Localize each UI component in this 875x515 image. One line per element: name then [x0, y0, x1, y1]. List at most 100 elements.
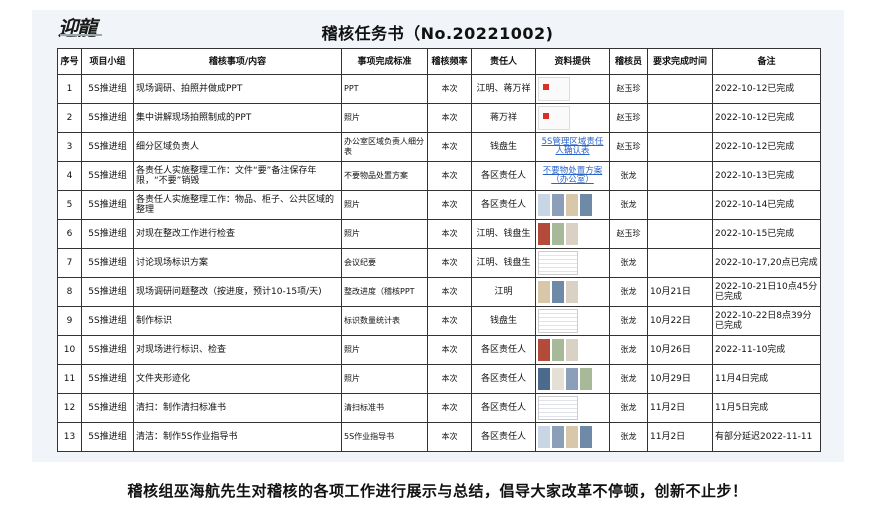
responsible-person: 江明、钱盘生	[471, 219, 536, 249]
auditor: 张龙	[609, 364, 648, 394]
photo-thumbnail-icon	[552, 368, 564, 390]
materials-provided	[535, 364, 610, 394]
auditor: 张龙	[609, 161, 648, 191]
audit-frequency: 本次	[427, 190, 472, 220]
table-row: 8 5S推进组 现场调研问题整改（按进度，预计10-15项/天) 整改进度（稽核PPT…	[57, 277, 821, 307]
due-date: 10月21日	[647, 277, 713, 307]
project-group: 5S推进组	[81, 393, 134, 423]
responsible-person: 各区责任人	[471, 190, 536, 220]
column-header: 稽核频率	[427, 48, 472, 75]
project-group: 5S推进组	[81, 335, 134, 365]
project-group: 5S推进组	[81, 248, 134, 278]
auditor: 赵玉珍	[609, 219, 648, 249]
due-date	[647, 74, 713, 104]
responsible-person: 各区责任人	[471, 335, 536, 365]
responsible-person: 江明、蒋万祥	[471, 74, 536, 104]
materials-provided[interactable]: 5S管理区域责任人确认表	[535, 132, 610, 162]
materials-provided[interactable]: 不要物处置方案（办公室）	[535, 161, 610, 191]
remarks: 2022-10-12已完成	[712, 74, 821, 104]
column-header: 项目小组	[81, 48, 134, 75]
material-link[interactable]: 不要物处置方案（办公室）	[538, 167, 607, 185]
project-group: 5S推进组	[81, 161, 134, 191]
auditor: 张龙	[609, 335, 648, 365]
due-date: 10月22日	[647, 306, 713, 336]
due-date	[647, 248, 713, 278]
responsible-person: 蒋万祥	[471, 103, 536, 133]
row-number: 6	[57, 219, 82, 249]
audit-content: 现场调研问题整改（按进度，预计10-15项/天)	[133, 277, 342, 307]
materials-provided	[535, 248, 610, 278]
table-row: 3 5S推进组 细分区域负责人 办公室区域负责人细分表 本次 钱盘生 5S管理区域责任人确认…	[57, 132, 821, 162]
photo-thumbnail-icon	[552, 339, 564, 361]
auditor: 赵玉珍	[609, 74, 648, 104]
due-date: 10月29日	[647, 364, 713, 394]
remarks: 2022-10-22日8点39分已完成	[712, 306, 821, 336]
project-group: 5S推进组	[81, 364, 134, 394]
completion-standard: 清扫标准书	[341, 393, 428, 423]
materials-provided	[535, 74, 610, 104]
row-number: 10	[57, 335, 82, 365]
photo-thumbnail-icon	[566, 281, 578, 303]
material-link[interactable]: 5S管理区域责任人确认表	[538, 138, 607, 156]
photo-thumbnail-icon	[552, 223, 564, 245]
audit-frequency: 本次	[427, 248, 472, 278]
column-header: 资料提供	[535, 48, 610, 75]
remarks: 2022-10-21日10点45分已完成	[712, 277, 821, 307]
photo-thumbnail-icon	[538, 223, 550, 245]
photo-thumbnail-icon	[538, 281, 550, 303]
due-date: 11月2日	[647, 422, 713, 452]
table-row: 7 5S推进组 讨论现场标识方案 会议纪要 本次 江明、钱盘生 张龙 2022-10-17,2…	[57, 248, 821, 278]
spreadsheet-thumbnail-icon	[538, 251, 578, 275]
audit-frequency: 本次	[427, 422, 472, 452]
photo-thumbnail-icon	[566, 223, 578, 245]
photo-thumbnail-icon	[580, 368, 592, 390]
remarks: 2022-10-12已完成	[712, 132, 821, 162]
audit-content: 对现场进行标识、检查	[133, 335, 342, 365]
photo-thumbnail-icon	[538, 194, 550, 216]
audit-frequency: 本次	[427, 161, 472, 191]
photo-thumbnail-icon	[566, 194, 578, 216]
audit-frequency: 本次	[427, 335, 472, 365]
table-row: 13 5S推进组 清洁：制作5S作业指导书 5S作业指导书 本次 各区责任人 张龙 11月2日…	[57, 422, 821, 452]
due-date	[647, 161, 713, 191]
row-number: 12	[57, 393, 82, 423]
completion-standard: 不要物品处置方案	[341, 161, 428, 191]
completion-standard: 整改进度（稽核PPT	[341, 277, 428, 307]
auditor: 张龙	[609, 190, 648, 220]
remarks: 2022-10-14已完成	[712, 190, 821, 220]
audit-content: 各责任人实施整理工作：文件“要”备注保存年限，“不要”销毁	[133, 161, 342, 191]
completion-standard: 照片	[341, 364, 428, 394]
auditor: 张龙	[609, 422, 648, 452]
row-number: 5	[57, 190, 82, 220]
completion-standard: 照片	[341, 190, 428, 220]
project-group: 5S推进组	[81, 103, 134, 133]
due-date	[647, 132, 713, 162]
responsible-person: 钱盘生	[471, 306, 536, 336]
auditor: 张龙	[609, 248, 648, 278]
row-number: 3	[57, 132, 82, 162]
project-group: 5S推进组	[81, 422, 134, 452]
table-row: 12 5S推进组 清扫：制作清扫标准书 清扫标准书 本次 各区责任人 张龙 11月2日 11月5…	[57, 393, 821, 423]
auditor: 赵玉珍	[609, 132, 648, 162]
remarks: 2022-10-12已完成	[712, 103, 821, 133]
due-date	[647, 219, 713, 249]
audit-frequency: 本次	[427, 103, 472, 133]
photo-thumbnail-icon	[580, 426, 592, 448]
completion-standard: 照片	[341, 103, 428, 133]
audit-content: 对现在整改工作进行检查	[133, 219, 342, 249]
table-row: 2 5S推进组 集中讲解现场拍照制成的PPT 照片 本次 蒋万祥 赵玉珍 2022-10-12…	[57, 103, 821, 133]
materials-provided	[535, 277, 610, 307]
project-group: 5S推进组	[81, 219, 134, 249]
auditor: 张龙	[609, 306, 648, 336]
row-number: 8	[57, 277, 82, 307]
remarks: 2022-10-17,20点已完成	[712, 248, 821, 278]
remarks: 11月5日完成	[712, 393, 821, 423]
audit-content: 文件夹形迹化	[133, 364, 342, 394]
project-group: 5S推进组	[81, 190, 134, 220]
photo-thumbnail-icon	[552, 426, 564, 448]
audit-frequency: 本次	[427, 393, 472, 423]
responsible-person: 各区责任人	[471, 161, 536, 191]
table-row: 5 5S推进组 各责任人实施整理工作：物品、柜子、公共区域的整理 照片 本次 各区责任人 张…	[57, 190, 821, 220]
due-date	[647, 103, 713, 133]
photo-thumbnail-icon	[552, 281, 564, 303]
